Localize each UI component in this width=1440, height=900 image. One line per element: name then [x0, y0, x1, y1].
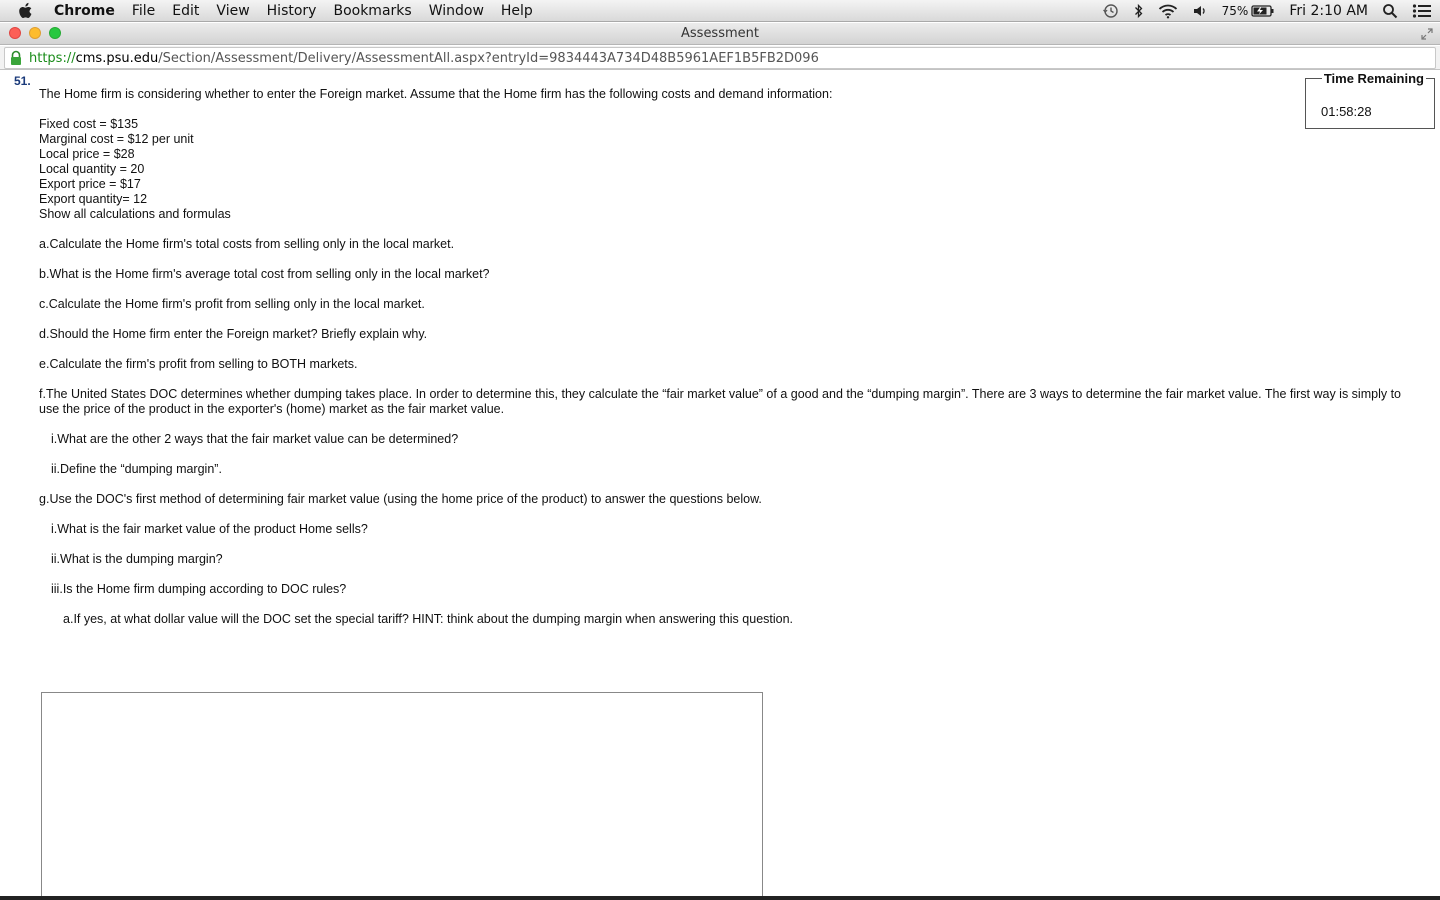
notification-center-icon[interactable]: [1412, 3, 1432, 19]
part-g-text: Use the DOC's first method of determinin…: [49, 492, 762, 506]
part-f-ii: ii.Define the “dumping margin”.: [39, 462, 1409, 477]
part-b-label: b.: [39, 267, 50, 281]
part-g-iii-text: Is the Home firm dumping according to DO…: [62, 582, 347, 596]
part-g-iii-a: a.If yes, at what dollar value will the …: [39, 612, 1409, 627]
part-g-i: i.What is the fair market value of the p…: [39, 522, 1409, 537]
url-field[interactable]: https://cms.psu.edu/Section/Assessment/D…: [4, 47, 1436, 69]
menu-app-chrome[interactable]: Chrome: [54, 0, 115, 22]
fact-export-price: Export price = $17: [39, 177, 141, 191]
part-f-text: The United States DOC determines whether…: [39, 387, 1401, 416]
part-d: d.Should the Home firm enter the Foreign…: [39, 327, 1409, 342]
part-f-ii-text: Define the “dumping margin”.: [60, 462, 222, 476]
apple-icon[interactable]: [18, 2, 36, 20]
question-number: 51.: [14, 74, 31, 88]
question-intro: The Home firm is considering whether to …: [39, 87, 833, 101]
fullscreen-icon[interactable]: [1420, 27, 1434, 41]
fact-local-price: Local price = $28: [39, 147, 135, 161]
time-remaining-label: Time Remaining: [1321, 71, 1426, 86]
question-text: The Home firm is considering whether to …: [39, 87, 1409, 627]
part-f: f.The United States DOC determines wheth…: [39, 387, 1409, 417]
url-text[interactable]: https://cms.psu.edu/Section/Assessment/D…: [29, 51, 819, 66]
part-f-ii-label: ii.: [51, 462, 61, 476]
answer-textarea[interactable]: [41, 692, 763, 900]
part-c: c.Calculate the Home firm's profit from …: [39, 297, 1409, 312]
wifi-icon[interactable]: [1158, 3, 1178, 19]
battery-icon: [1251, 5, 1274, 17]
menu-bookmarks[interactable]: Bookmarks: [333, 0, 411, 22]
url-separator: ://: [62, 50, 76, 66]
part-f-i-text: What are the other 2 ways that the fair …: [57, 432, 459, 446]
fact-export-quantity: Export quantity= 12: [39, 192, 148, 206]
fact-fixed-cost: Fixed cost = $135: [39, 117, 139, 131]
menu-file[interactable]: File: [132, 0, 155, 22]
window-title: Assessment: [681, 26, 759, 41]
fact-marginal-cost: Marginal cost = $12 per unit: [39, 132, 194, 146]
address-bar: https://cms.psu.edu/Section/Assessment/D…: [0, 46, 1440, 70]
page-content: 51. Time Remaining 01:58:28 The Home fir…: [0, 71, 1440, 900]
part-a: a.Calculate the Home firm's total costs …: [39, 237, 1409, 252]
menu-history[interactable]: History: [267, 0, 317, 22]
part-f-label: f.: [39, 387, 46, 401]
menu-edit[interactable]: Edit: [172, 0, 199, 22]
part-g: g.Use the DOC's first method of determin…: [39, 492, 1409, 507]
url-host: cms.psu.edu: [75, 50, 159, 66]
battery-percent: 75%: [1221, 4, 1249, 18]
menu-bar: Chrome File Edit View History Bookmarks …: [0, 0, 1440, 22]
part-c-text: Calculate the Home firm's profit from se…: [48, 297, 425, 311]
menu-window[interactable]: Window: [429, 0, 484, 22]
part-e-label: e.: [39, 357, 50, 371]
battery-status[interactable]: 75%: [1222, 4, 1276, 18]
dock-edge: [0, 896, 1440, 900]
part-e: e.Calculate the firm's profit from selli…: [39, 357, 1409, 372]
menu-view[interactable]: View: [216, 0, 249, 22]
part-g-iii-label: iii.: [51, 582, 63, 596]
spotlight-search-icon[interactable]: [1382, 3, 1398, 19]
part-c-label: c.: [39, 297, 49, 311]
part-g-ii-text: What is the dumping margin?: [60, 552, 223, 566]
menu-help[interactable]: Help: [501, 0, 533, 22]
lock-icon[interactable]: [9, 50, 23, 66]
window-titlebar: Assessment: [0, 23, 1440, 45]
url-scheme: https: [29, 50, 63, 66]
part-a-text: Calculate the Home firm's total costs fr…: [49, 237, 455, 251]
volume-icon[interactable]: [1192, 3, 1208, 19]
time-machine-icon[interactable]: [1102, 3, 1120, 19]
menu-clock[interactable]: Fri 2:10 AM: [1289, 3, 1368, 19]
part-b-text: What is the Home firm's average total co…: [49, 267, 490, 281]
part-e-text: Calculate the firm's profit from selling…: [49, 357, 358, 371]
part-g-ii: ii.What is the dumping margin?: [39, 552, 1409, 567]
fact-local-quantity: Local quantity = 20: [39, 162, 145, 176]
part-d-text: Should the Home firm enter the Foreign m…: [49, 327, 428, 341]
part-g-label: g.: [39, 492, 50, 506]
part-g-iii-a-text: If yes, at what dollar value will the DO…: [73, 612, 794, 626]
part-g-ii-label: ii.: [51, 552, 61, 566]
part-d-label: d.: [39, 327, 50, 341]
fact-instructions: Show all calculations and formulas: [39, 207, 231, 221]
part-g-i-text: What is the fair market value of the pro…: [57, 522, 368, 536]
part-b: b.What is the Home firm's average total …: [39, 267, 1409, 282]
part-g-iii-a-label: a.: [63, 612, 74, 626]
part-a-label: a.: [39, 237, 50, 251]
part-g-iii: iii.Is the Home firm dumping according t…: [39, 582, 1409, 597]
bluetooth-icon[interactable]: [1134, 3, 1144, 19]
url-path: /Section/Assessment/Delivery/AssessmentA…: [158, 50, 819, 66]
part-f-i: i.What are the other 2 ways that the fai…: [39, 432, 1409, 447]
